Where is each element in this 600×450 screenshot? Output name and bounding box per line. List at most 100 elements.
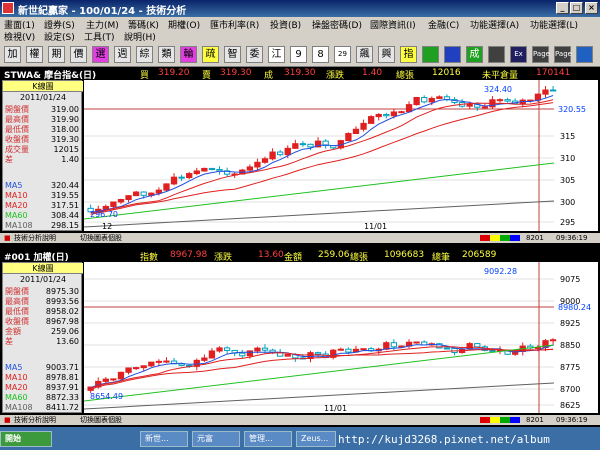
toolbar-button[interactable]: 加 [4, 46, 21, 63]
menu-item[interactable]: 期權(O) [168, 18, 200, 31]
status-switch[interactable]: 切換圖表個股 [80, 415, 122, 425]
candle-body [489, 349, 496, 352]
toolbar-button[interactable]: Ex [510, 46, 527, 63]
toolbar-button[interactable]: 選 [92, 46, 109, 63]
candle-body [421, 96, 428, 103]
status-color-bar [480, 235, 520, 241]
y-tick-label: 8850 [560, 341, 580, 350]
candle-body [208, 167, 216, 171]
ma-value: 9003.71 [45, 363, 79, 372]
toolbar-button[interactable]: 權 [26, 46, 43, 63]
kline-button[interactable]: K線圖 [3, 263, 83, 274]
candle-body [375, 113, 382, 118]
toolbar-button[interactable]: Page [532, 46, 550, 63]
candle-body [474, 343, 481, 348]
taskbar-item[interactable]: Zeus... [296, 431, 336, 447]
candle-body [360, 348, 367, 351]
quote-value: 8993.56 [45, 297, 79, 306]
toolbar-button[interactable] [576, 46, 593, 63]
menu-item[interactable]: 國際資訊(I) [370, 18, 416, 31]
candle-body [110, 378, 117, 381]
window-title: 新世紀贏家 - 100/01/24 - 技術分析 [18, 6, 187, 17]
minimize-button[interactable]: _ [556, 2, 569, 14]
status-switch[interactable]: 切換圖表個股 [80, 233, 122, 243]
quote-row: 金額 259.06 [5, 327, 79, 336]
toolbar-button[interactable]: 成 [466, 46, 483, 63]
menu-item[interactable]: 檢視(V) [4, 30, 35, 43]
menu-item[interactable]: 說明(H) [124, 30, 156, 43]
ma-value: 8411.72 [45, 403, 79, 412]
menu-item[interactable]: 功能選擇(A) [470, 18, 519, 31]
taskbar-item[interactable]: 新世... [140, 431, 188, 447]
menu-item[interactable]: 投資(B) [270, 18, 301, 31]
toolbar-button[interactable]: 輪 [180, 46, 197, 63]
quote-label: 差 [5, 337, 13, 346]
start-button[interactable]: 開始 [0, 431, 52, 447]
candle-body [549, 339, 557, 342]
quote-label: 收盤價 [5, 135, 29, 144]
toolbar-button[interactable] [444, 46, 461, 63]
toolbar-button[interactable]: 飆 [356, 46, 373, 63]
quote-label: 金額 [5, 327, 21, 336]
toolbar-button[interactable]: 29 [334, 46, 351, 63]
taskbar-item[interactable]: 元富 [192, 431, 240, 447]
menu-item[interactable]: 功能選擇(L) [530, 18, 578, 31]
chg-value: 1.40 [362, 68, 383, 78]
quote-value: 319.00 [51, 105, 79, 114]
menu-item[interactable]: 設定(S) [44, 30, 75, 43]
start-label: 開始 [5, 434, 21, 443]
quote-value: 8958.02 [45, 307, 79, 316]
toolbar-button[interactable]: 委 [246, 46, 263, 63]
close-button[interactable]: × [585, 2, 598, 14]
status-help[interactable]: 技術分析說明 [14, 233, 56, 243]
toolbar-button[interactable]: 期 [48, 46, 65, 63]
quote-label: 開盤價 [5, 287, 29, 296]
oi-value: 170141 [536, 68, 571, 78]
kline-button[interactable]: K線圖 [3, 81, 83, 92]
candle-body [216, 347, 223, 352]
quote-label: 最低價 [5, 307, 29, 316]
app-icon [2, 2, 14, 14]
taskbar-item[interactable]: 管理... [244, 431, 292, 447]
status-help[interactable]: 技術分析說明 [14, 415, 56, 425]
status-icon: ■ [4, 234, 11, 242]
toolbar-button[interactable]: 興 [378, 46, 395, 63]
toolbar-button[interactable] [488, 46, 505, 63]
toolbar-button[interactable]: 8 [312, 46, 329, 63]
panel2-status-bar: ■ 技術分析說明 切換圖表個股 8201 09:36:19 [0, 415, 600, 425]
menu-item[interactable]: 操盤密碼(D) [312, 18, 362, 31]
toolbar-button[interactable]: 疏 [202, 46, 219, 63]
menu-item[interactable]: 匯市利率(R) [210, 18, 259, 31]
candle-body [413, 341, 420, 344]
taskbar-item-label: Zeus... [301, 434, 329, 443]
menu-item[interactable]: 工具(T) [84, 30, 115, 43]
candle-body [534, 347, 542, 350]
quote-row: 開盤價 319.00 [5, 105, 79, 114]
toolbar-button[interactable]: 指 [400, 46, 417, 63]
toolbar-button[interactable]: 價 [70, 46, 87, 63]
toolbar-button[interactable]: 江 [268, 46, 285, 63]
candle-body [299, 143, 307, 146]
quote-row: 差 1.40 [5, 155, 79, 164]
toolbar-button[interactable]: 9 [290, 46, 307, 63]
ma-row: MA60 8872.33 [5, 393, 79, 402]
toolbar-button[interactable]: Page [554, 46, 572, 63]
toolbar-button[interactable] [422, 46, 439, 63]
candle-body [102, 378, 109, 382]
toolbar-button[interactable]: 週 [114, 46, 131, 63]
y-tick-label: 310 [560, 154, 575, 163]
candle-body [140, 365, 147, 369]
quote-row: 差 13.60 [5, 337, 79, 346]
toolbar-button[interactable]: 類 [158, 46, 175, 63]
last-price-tag: 320.55 [558, 105, 586, 114]
y-tick-label: 315 [560, 132, 575, 141]
ma-row: MA20 8937.91 [5, 383, 79, 392]
candle-body [246, 166, 253, 171]
maximize-button[interactable]: □ [570, 2, 583, 14]
quote-label: 開盤價 [5, 105, 29, 114]
candle-body [163, 360, 170, 363]
menu-item[interactable]: 金融(C) [428, 18, 459, 31]
toolbar-button[interactable]: 綜 [136, 46, 153, 63]
candle-body [504, 99, 511, 102]
toolbar-button[interactable]: 智 [224, 46, 241, 63]
